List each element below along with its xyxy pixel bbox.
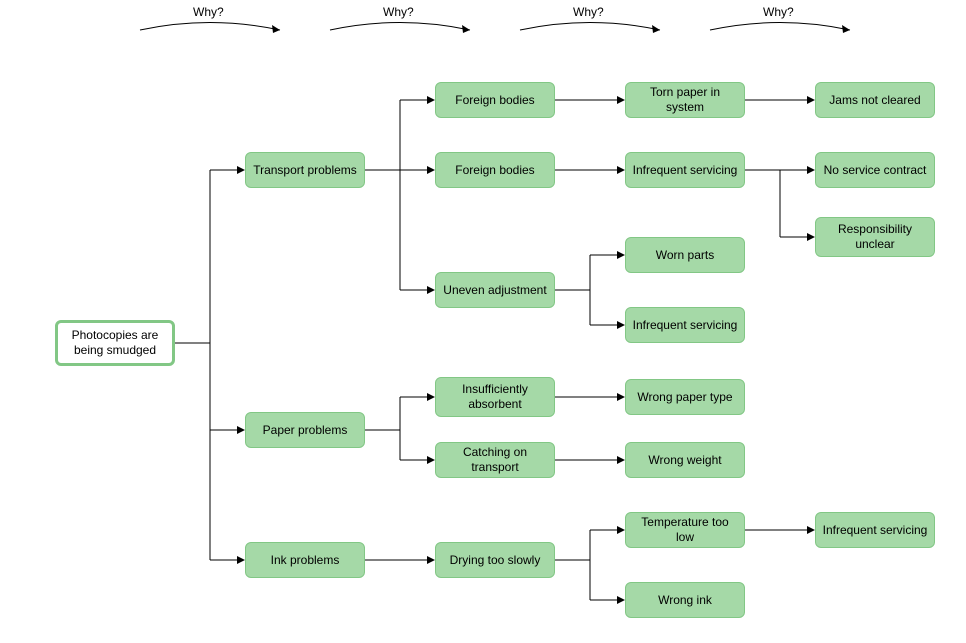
why-arc-2: [330, 23, 470, 31]
node-temperature-too-low: Temperature too low: [625, 512, 745, 548]
node-wrong-paper-type: Wrong paper type: [625, 379, 745, 415]
why-arc-3: [520, 23, 660, 31]
node-label: Infrequent servicing: [633, 318, 738, 333]
node-root-label: Photocopies are being smudged: [64, 328, 166, 358]
node-drying-too-slowly: Drying too slowly: [435, 542, 555, 578]
why-label-3: Why?: [573, 5, 604, 19]
node-label: Uneven adjustment: [443, 283, 546, 298]
node-label: Paper problems: [263, 423, 348, 438]
node-label: Drying too slowly: [450, 553, 541, 568]
node-label: Wrong weight: [648, 453, 721, 468]
node-wrong-weight: Wrong weight: [625, 442, 745, 478]
node-label: Foreign bodies: [455, 93, 534, 108]
why-arc-4: [710, 23, 850, 31]
why-label-4: Why?: [763, 5, 794, 19]
node-label: No service contract: [824, 163, 927, 178]
node-label: Wrong ink: [658, 593, 712, 608]
why-label-1: Why?: [193, 5, 224, 19]
node-label: Infrequent servicing: [633, 163, 738, 178]
node-label: Transport problems: [253, 163, 357, 178]
diagram-stage: Why? Why? Why? Why? Photocopies are bein…: [0, 0, 966, 643]
node-label: Foreign bodies: [455, 163, 534, 178]
node-transport-problems: Transport problems: [245, 152, 365, 188]
why-arc-1: [140, 23, 280, 31]
node-label: Insufficiently absorbent: [442, 382, 548, 412]
node-label: Wrong paper type: [637, 390, 732, 405]
node-label: Jams not cleared: [829, 93, 920, 108]
node-label: Temperature too low: [632, 515, 738, 545]
why-label-2: Why?: [383, 5, 414, 19]
node-worn-parts: Worn parts: [625, 237, 745, 273]
node-no-service-contract: No service contract: [815, 152, 935, 188]
node-jams-not-cleared: Jams not cleared: [815, 82, 935, 118]
node-foreign-bodies-1: Foreign bodies: [435, 82, 555, 118]
node-uneven-adjustment: Uneven adjustment: [435, 272, 555, 308]
node-label: Infrequent servicing: [823, 523, 928, 538]
node-label: Torn paper in system: [632, 85, 738, 115]
node-foreign-bodies-2: Foreign bodies: [435, 152, 555, 188]
node-infrequent-servicing-3: Infrequent servicing: [815, 512, 935, 548]
node-torn-paper: Torn paper in system: [625, 82, 745, 118]
node-catching-on-transport: Catching on transport: [435, 442, 555, 478]
node-wrong-ink: Wrong ink: [625, 582, 745, 618]
node-label: Responsibility unclear: [822, 222, 928, 252]
node-responsibility-unclear: Responsibility unclear: [815, 217, 935, 257]
node-paper-problems: Paper problems: [245, 412, 365, 448]
node-insufficiently-absorbent: Insufficiently absorbent: [435, 377, 555, 417]
node-label: Ink problems: [271, 553, 340, 568]
node-ink-problems: Ink problems: [245, 542, 365, 578]
node-label: Catching on transport: [442, 445, 548, 475]
node-infrequent-servicing-1: Infrequent servicing: [625, 152, 745, 188]
node-label: Worn parts: [656, 248, 714, 263]
node-root: Photocopies are being smudged: [55, 320, 175, 366]
node-infrequent-servicing-2: Infrequent servicing: [625, 307, 745, 343]
